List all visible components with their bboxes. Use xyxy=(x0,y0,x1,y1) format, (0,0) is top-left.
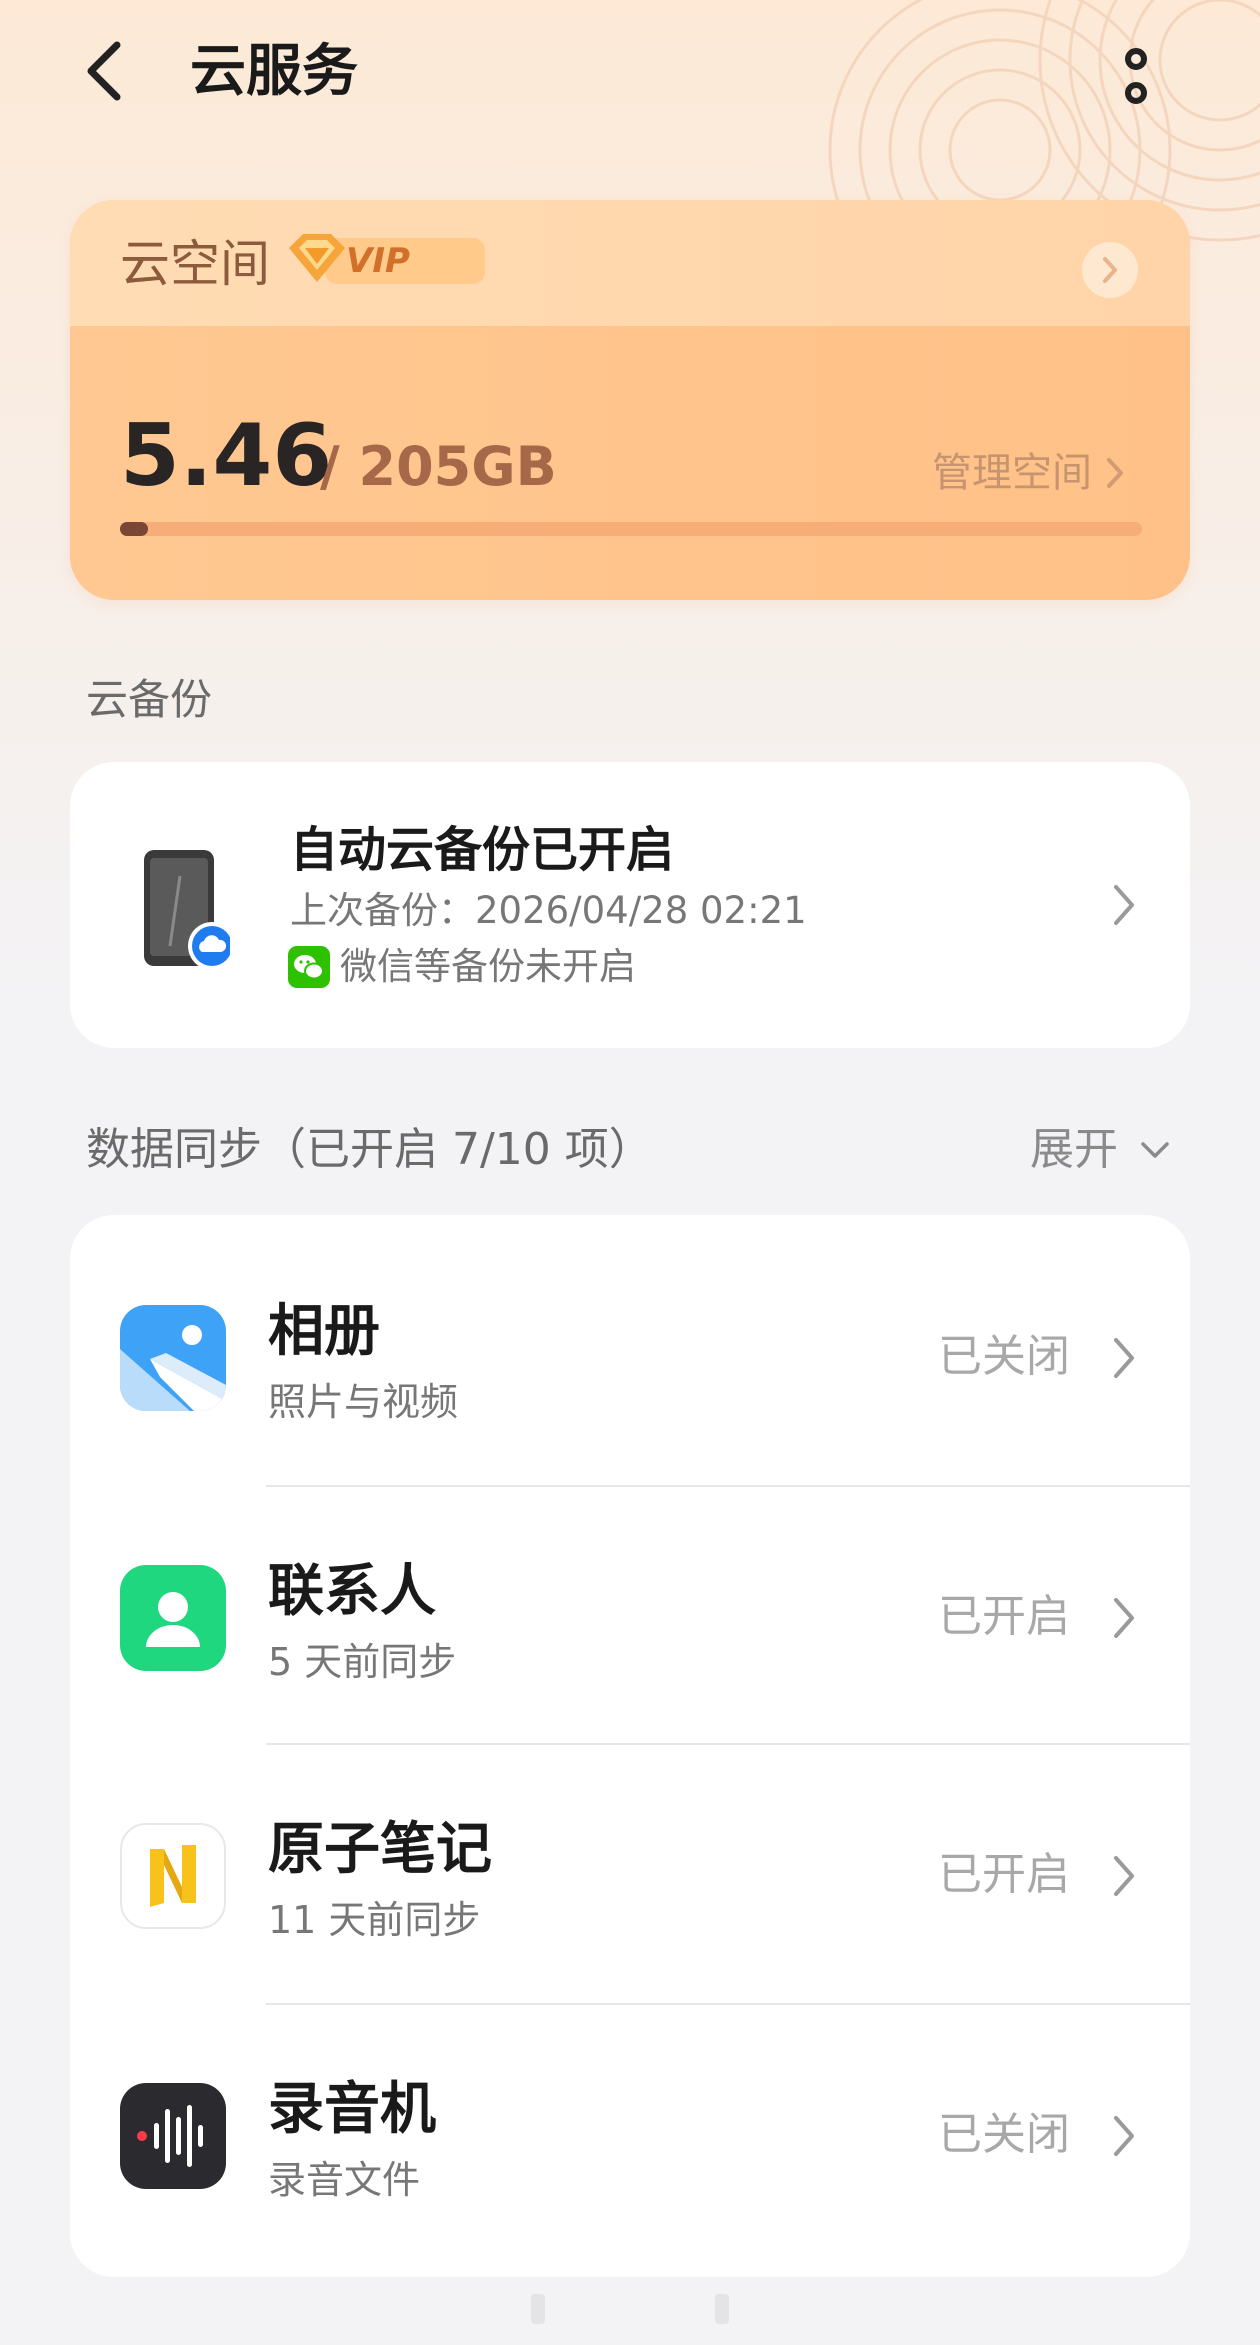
back-arrow-icon xyxy=(87,41,121,101)
chevron-right-icon xyxy=(1114,885,1134,925)
chevron-right-icon xyxy=(1103,257,1117,283)
backup-status-title: 自动云备份已开启 xyxy=(290,822,675,878)
top-bar: 云服务 xyxy=(0,0,1260,150)
chevron-down-icon xyxy=(1141,1142,1169,1158)
wechat-backup-text: 微信等备份未开启 xyxy=(340,945,636,988)
backup-section-title: 云备份 xyxy=(86,675,213,724)
chevron-right-icon xyxy=(1114,1338,1134,1378)
chevron-right-icon xyxy=(1114,2116,1134,2156)
sync-item-photos[interactable]: 相册 照片与视频 已关闭 xyxy=(70,1215,1190,1473)
chevron-right-icon xyxy=(1114,1598,1134,1638)
notes-icon xyxy=(120,1823,226,1929)
sync-item-status: 已开启 xyxy=(938,1849,1070,1900)
more-dot-icon xyxy=(1125,82,1147,104)
sync-item-recorder[interactable]: 录音机 录音文件 已关闭 xyxy=(70,1993,1190,2251)
storage-progress-fill xyxy=(120,522,148,536)
wechat-icon xyxy=(288,946,330,988)
sync-item-name: 相册 xyxy=(268,1299,380,1364)
home-indicator xyxy=(525,2294,735,2324)
sync-item-name: 原子笔记 xyxy=(268,1817,492,1882)
expand-label: 展开 xyxy=(1030,1124,1118,1175)
chevron-right-icon xyxy=(1114,1856,1134,1896)
contacts-icon xyxy=(120,1565,226,1671)
sync-list-card: 相册 照片与视频 已关闭 联系人 5 天前同步 已开启 原子笔记 11 天前同步… xyxy=(70,1215,1190,2277)
sync-section-title: 数据同步（已开启 7/10 项） xyxy=(86,1124,653,1175)
page-title: 云服务 xyxy=(190,39,358,104)
sync-item-status: 已开启 xyxy=(938,1591,1070,1642)
photos-icon xyxy=(120,1305,226,1411)
sync-item-chevron xyxy=(1106,1333,1142,1383)
vip-badge-text: VIP xyxy=(346,241,410,281)
sync-item-chevron xyxy=(1106,1593,1142,1643)
sync-item-chevron xyxy=(1106,1851,1142,1901)
sync-item-subtitle: 5 天前同步 xyxy=(268,1640,457,1684)
last-backup-time: 上次备份：2026/04/28 02:21 xyxy=(290,889,807,932)
sync-item-subtitle: 录音文件 xyxy=(268,2158,421,2202)
manage-space-link[interactable]: 管理空间 xyxy=(932,446,1126,500)
recorder-icon xyxy=(120,2083,226,2189)
cloud-space-detail-button[interactable] xyxy=(1082,242,1138,298)
phone-backup-icon xyxy=(144,850,230,970)
sync-item-notes[interactable]: 原子笔记 11 天前同步 已开启 xyxy=(70,1733,1190,1991)
sync-item-name: 联系人 xyxy=(268,1559,436,1624)
sync-item-contacts[interactable]: 联系人 5 天前同步 已开启 xyxy=(70,1475,1190,1733)
cloud-space-card[interactable]: 云空间 VIP 5.46 / 205GB 管理空间 xyxy=(70,200,1190,600)
wechat-backup-note: 微信等备份未开启 xyxy=(288,942,636,992)
sync-item-status: 已关闭 xyxy=(938,1331,1070,1382)
backup-chevron xyxy=(1106,880,1142,930)
more-options-button[interactable] xyxy=(1110,36,1162,116)
storage-used-value: 5.46 xyxy=(120,406,333,506)
sync-item-subtitle: 11 天前同步 xyxy=(268,1898,481,1942)
auto-backup-card[interactable]: 自动云备份已开启 上次备份：2026/04/28 02:21 微信等备份未开启 xyxy=(70,762,1190,1048)
expand-button[interactable]: 展开 xyxy=(1030,1120,1170,1180)
back-button[interactable] xyxy=(70,36,140,106)
manage-space-label: 管理空间 xyxy=(932,450,1092,496)
cloud-space-label: 云空间 xyxy=(120,235,270,293)
chevron-right-icon xyxy=(1107,458,1123,488)
storage-total-value: / 205GB xyxy=(320,435,557,498)
storage-progress-bar xyxy=(120,522,1142,536)
sync-item-status: 已关闭 xyxy=(938,2109,1070,2160)
more-dot-icon xyxy=(1125,48,1147,70)
sync-item-subtitle: 照片与视频 xyxy=(268,1380,459,1424)
sync-item-chevron xyxy=(1106,2111,1142,2161)
sync-item-name: 录音机 xyxy=(268,2077,436,2142)
